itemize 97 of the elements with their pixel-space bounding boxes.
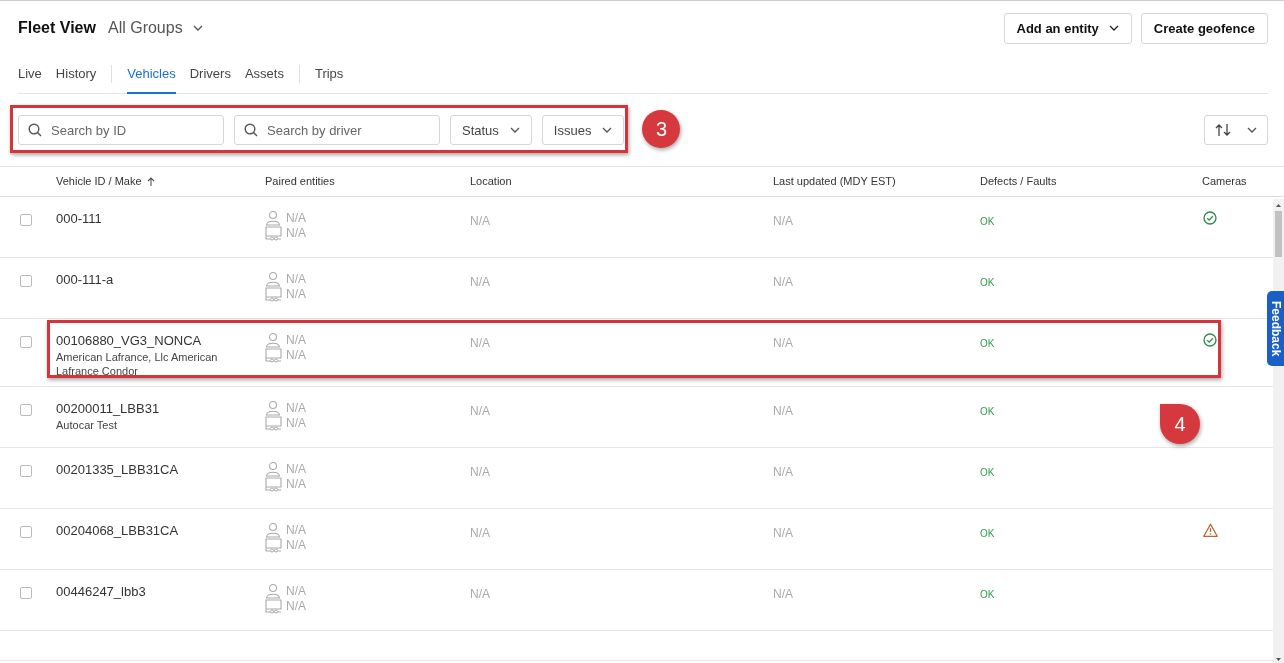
defects-status: OK	[980, 406, 995, 417]
trailer-icon	[265, 285, 282, 302]
checkbox[interactable]	[20, 336, 32, 348]
chevron-down-icon	[509, 127, 520, 133]
defects-status: OK	[980, 528, 995, 539]
paired-value: N/A	[286, 583, 306, 598]
dropdown-button[interactable]: Add an entity	[1003, 12, 1132, 44]
vehicle-id[interactable]: 00200011_LBB31	[56, 401, 265, 416]
defects-status: OK	[980, 467, 995, 478]
tab[interactable]: Trips	[314, 60, 344, 94]
person-icon	[265, 270, 282, 287]
search-icon	[28, 123, 42, 137]
vehicle-id[interactable]: 00201335_LBB31CA	[56, 462, 265, 477]
vehicle-make: Autocar Test	[56, 418, 118, 432]
location-value: N/A	[470, 465, 490, 479]
vehicle-id[interactable]: 00446247_lbb3	[56, 584, 265, 599]
column-header[interactable]: Cameras	[1202, 175, 1247, 187]
column-header[interactable]: Last updated (MDY EST)	[773, 175, 896, 187]
search-field[interactable]: Search by ID	[18, 115, 224, 145]
paired-value: N/A	[286, 225, 306, 240]
defects-status: OK	[980, 216, 995, 227]
search-icon	[244, 123, 258, 137]
paired-value: N/A	[286, 415, 306, 430]
last-updated-value: N/A	[773, 404, 793, 418]
location-value: N/A	[470, 526, 490, 540]
trailer-icon	[265, 224, 282, 241]
filter-dropdown[interactable]: Status	[450, 115, 532, 145]
sort-button[interactable]	[1204, 115, 1268, 145]
vehicle-id[interactable]: 00204068_LBB31CA	[56, 523, 265, 538]
last-updated-value: N/A	[773, 214, 793, 228]
vehicle-id[interactable]: 000-111	[56, 211, 265, 226]
checkbox[interactable]	[20, 526, 32, 538]
person-icon	[265, 399, 282, 416]
column-header[interactable]: Paired entities	[265, 175, 335, 187]
trailer-icon	[265, 414, 282, 431]
vehicle-id[interactable]: 00106880_VG3_NONCA	[56, 333, 265, 348]
sort-icon	[1215, 123, 1231, 137]
paired-value: N/A	[286, 271, 306, 286]
location-value: N/A	[470, 275, 490, 289]
trailer-icon	[265, 536, 282, 553]
tab[interactable]: Live	[18, 60, 42, 94]
page-title: Fleet View	[18, 19, 96, 37]
paired-value: N/A	[286, 210, 306, 225]
chevron-down-icon	[1108, 25, 1119, 31]
defects-status: OK	[980, 338, 995, 349]
callout-marker: 4	[1160, 404, 1200, 444]
vehicle-make: American Lafrance, Llc American Lafrance Condor	[56, 350, 219, 378]
location-value: N/A	[470, 214, 490, 228]
checkbox[interactable]	[20, 214, 32, 226]
paired-value: N/A	[286, 347, 306, 362]
chevron-down-icon	[1247, 127, 1257, 133]
last-updated-value: N/A	[773, 587, 793, 601]
group-selector[interactable]: All Groups	[107, 19, 203, 37]
chevron-down-icon	[602, 127, 613, 133]
location-value: N/A	[470, 404, 490, 418]
person-icon	[265, 331, 282, 348]
callout-marker: 3	[642, 110, 681, 148]
defects-status: OK	[980, 277, 995, 288]
action-button[interactable]: Create geofence	[1140, 12, 1268, 44]
person-icon	[265, 521, 282, 538]
tab[interactable]: Assets	[244, 60, 284, 94]
column-header[interactable]: Location	[470, 175, 512, 187]
trailer-icon	[265, 475, 282, 492]
paired-value: N/A	[286, 598, 306, 613]
location-value: N/A	[470, 336, 490, 350]
checkbox[interactable]	[20, 465, 32, 477]
paired-value: N/A	[286, 537, 306, 552]
filter-dropdown[interactable]: Issues	[541, 115, 625, 145]
last-updated-value: N/A	[773, 465, 793, 479]
vehicle-id[interactable]: 000-111-a	[56, 272, 265, 287]
last-updated-value: N/A	[773, 336, 793, 350]
paired-value: N/A	[286, 476, 306, 491]
paired-value: N/A	[286, 286, 306, 301]
trailer-icon	[265, 597, 282, 614]
paired-value: N/A	[286, 332, 306, 347]
checkbox[interactable]	[20, 587, 32, 599]
last-updated-value: N/A	[773, 526, 793, 540]
paired-value: N/A	[286, 522, 306, 537]
person-icon	[265, 460, 282, 477]
column-header[interactable]: Vehicle ID / Make	[56, 175, 142, 187]
paired-value: N/A	[286, 461, 306, 476]
tab[interactable]: Vehicles	[127, 60, 176, 94]
checkbox[interactable]	[20, 275, 32, 287]
person-icon	[265, 582, 282, 599]
person-icon	[265, 209, 282, 226]
defects-status: OK	[980, 589, 995, 600]
location-value: N/A	[470, 587, 490, 601]
checkbox[interactable]	[20, 404, 32, 416]
tab[interactable]: Drivers	[189, 60, 231, 94]
column-header[interactable]: Defects / Faults	[980, 175, 1057, 187]
trailer-icon	[265, 346, 282, 363]
search-field[interactable]: Search by driver	[234, 115, 440, 145]
chevron-down-icon	[192, 25, 203, 31]
tab[interactable]: History	[55, 60, 97, 94]
paired-value: N/A	[286, 400, 306, 415]
feedback-tab[interactable]: Feedback	[1267, 291, 1284, 366]
last-updated-value: N/A	[773, 275, 793, 289]
